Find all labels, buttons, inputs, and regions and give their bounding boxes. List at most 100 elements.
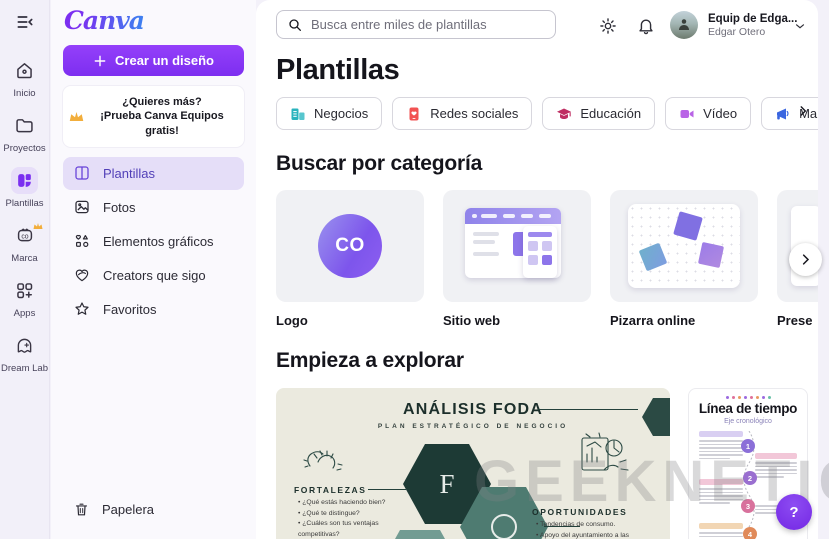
main-panel: Equip de Edga... Edgar Otero Plantillas … bbox=[256, 0, 818, 539]
rail-label: Marca bbox=[11, 253, 38, 264]
chevron-down-icon[interactable] bbox=[793, 19, 807, 38]
chip-video[interactable]: Vídeo bbox=[665, 97, 752, 130]
chip-educacion[interactable]: Educación bbox=[542, 97, 656, 130]
category-chip-row: Negocios Redes sociales Educación Vídeo bbox=[276, 97, 818, 132]
search-bar[interactable] bbox=[276, 10, 556, 39]
foda-doodle-hands-icon bbox=[300, 440, 346, 485]
templates-icon bbox=[11, 167, 38, 194]
foda-doodle-chart-icon bbox=[574, 432, 632, 489]
rail-label: Plantillas bbox=[5, 198, 44, 209]
home-icon bbox=[11, 57, 38, 84]
chip-label: Redes sociales bbox=[430, 106, 519, 121]
shapes-icon bbox=[73, 232, 91, 250]
create-design-label: Crear un diseño bbox=[115, 53, 214, 68]
settings-gear-icon[interactable] bbox=[598, 16, 618, 41]
explore-heading: Empieza a explorar bbox=[276, 349, 464, 372]
foda-left-heading: FORTALEZAS bbox=[294, 485, 367, 495]
rail-label: Apps bbox=[13, 308, 36, 319]
canva-logo[interactable]: Canva bbox=[64, 6, 145, 35]
create-design-button[interactable]: Crear un diseño bbox=[63, 45, 244, 76]
sidebar-item-label: Favoritos bbox=[103, 301, 157, 317]
category-label: Pizarra online bbox=[610, 313, 696, 328]
crown-icon bbox=[69, 111, 84, 122]
sidebar: Canva Crear un diseño ¿Quieres más? ¡Pru… bbox=[51, 0, 256, 539]
rail-item-plantillas[interactable]: Plantillas bbox=[0, 167, 49, 209]
rail-item-inicio[interactable]: Inicio bbox=[0, 57, 49, 99]
foda-subtitle: PLAN ESTRATÉGICO DE NEGOCIO bbox=[377, 423, 569, 430]
social-media-icon bbox=[406, 106, 422, 122]
canva-home: Inicio Proyectos Plantillas co Marca App… bbox=[0, 0, 829, 539]
rail-label: Dream Lab bbox=[1, 363, 48, 374]
sidebar-item-papelera[interactable]: Papelera bbox=[63, 493, 244, 526]
sidebar-item-label: Elementos gráficos bbox=[103, 233, 214, 249]
foda-bullet: Apoyo del ayuntamiento a las bbox=[536, 531, 661, 539]
account-switcher[interactable]: Equip de Edga... Edgar Otero bbox=[708, 13, 798, 38]
notifications-bell-icon[interactable] bbox=[636, 16, 656, 41]
sidebar-item-label: Fotos bbox=[103, 199, 136, 215]
collapse-sidebar-icon[interactable] bbox=[15, 12, 35, 37]
rail-item-marca[interactable]: co Marca bbox=[0, 222, 49, 264]
rail-label: Proyectos bbox=[3, 143, 46, 154]
marketing-megaphone-icon bbox=[775, 106, 791, 122]
user-avatar[interactable] bbox=[670, 11, 698, 39]
logo-co-badge: CO bbox=[318, 214, 382, 278]
category-cards-row: CO Logo Sitio web Pizarra online Prese bbox=[276, 190, 818, 328]
templates-outline-icon bbox=[73, 164, 91, 182]
chip-label: Vídeo bbox=[703, 106, 738, 121]
star-icon bbox=[73, 300, 91, 318]
category-label: Logo bbox=[276, 313, 308, 328]
video-icon bbox=[679, 106, 695, 122]
chip-redes-sociales[interactable]: Redes sociales bbox=[392, 97, 533, 130]
education-icon bbox=[556, 106, 572, 122]
sidebar-item-label: Creators que sigo bbox=[103, 267, 206, 283]
business-icon bbox=[290, 106, 306, 122]
category-label: Prese bbox=[777, 313, 813, 328]
template-row: ANÁLISIS FODA PLAN ESTRATÉGICO DE NEGOCI… bbox=[276, 388, 818, 539]
chips-scroll-right-icon[interactable] bbox=[796, 104, 810, 123]
icon-rail: Inicio Proyectos Plantillas co Marca App… bbox=[0, 0, 50, 539]
help-button[interactable]: ? bbox=[776, 494, 812, 530]
category-card-logo[interactable]: CO Logo bbox=[276, 190, 424, 328]
category-card-sitio-web[interactable]: Sitio web bbox=[443, 190, 591, 328]
foda-bullet: ¿Qué te distingue? bbox=[298, 509, 416, 520]
rail-item-dream-lab[interactable]: Dream Lab bbox=[0, 332, 49, 374]
promo-line2: ¡Prueba Canva Equipos gratis! bbox=[100, 110, 224, 137]
timeline-step-1: 1 bbox=[741, 439, 755, 453]
chip-label: Negocios bbox=[314, 106, 369, 121]
chip-negocios[interactable]: Negocios bbox=[276, 97, 383, 130]
search-input[interactable] bbox=[311, 17, 545, 32]
sidebar-item-favoritos[interactable]: Favoritos bbox=[63, 293, 244, 326]
trash-icon bbox=[73, 501, 90, 518]
sidebar-item-label: Papelera bbox=[102, 502, 155, 517]
sidebar-item-fotos[interactable]: Fotos bbox=[63, 191, 244, 224]
team-name: Equip de Edga... bbox=[708, 13, 798, 25]
user-name: Edgar Otero bbox=[708, 26, 766, 38]
page-title: Plantillas bbox=[276, 54, 400, 86]
template-analisis-foda[interactable]: ANÁLISIS FODA PLAN ESTRATÉGICO DE NEGOCI… bbox=[276, 388, 670, 539]
timeline-dots bbox=[689, 396, 807, 399]
folder-icon bbox=[11, 112, 38, 139]
foda-bullet: ¿Qué estás haciendo bien? bbox=[298, 498, 416, 509]
categories-scroll-right-button[interactable] bbox=[789, 243, 822, 276]
sidebar-item-plantillas[interactable]: Plantillas bbox=[63, 156, 244, 190]
timeline-step-3: 3 bbox=[741, 499, 755, 513]
photos-icon bbox=[73, 198, 91, 216]
rail-item-apps[interactable]: Apps bbox=[0, 277, 49, 319]
brand-kit-icon: co bbox=[11, 222, 43, 249]
canva-teams-promo[interactable]: ¿Quieres más? ¡Prueba Canva Equipos grat… bbox=[63, 86, 244, 147]
timeline-title: Línea de tiempo bbox=[698, 401, 798, 416]
website-popup-illustration bbox=[523, 226, 557, 278]
chip-label: Educación bbox=[580, 106, 642, 121]
sidebar-menu: Plantillas Fotos Elementos gráficos Crea… bbox=[51, 156, 256, 326]
sidebar-item-creators[interactable]: Creators que sigo bbox=[63, 259, 244, 292]
category-card-pizarra[interactable]: Pizarra online bbox=[610, 190, 758, 328]
crown-icon bbox=[33, 217, 43, 235]
categories-heading: Buscar por categoría bbox=[276, 152, 483, 175]
sidebar-item-elementos[interactable]: Elementos gráficos bbox=[63, 225, 244, 258]
plus-icon bbox=[93, 54, 107, 68]
category-label: Sitio web bbox=[443, 313, 501, 328]
svg-text:co: co bbox=[21, 233, 28, 240]
timeline-subtitle: Eje cronológico bbox=[724, 418, 772, 425]
rail-item-proyectos[interactable]: Proyectos bbox=[0, 112, 49, 154]
foda-title: ANÁLISIS FODA bbox=[402, 401, 544, 418]
